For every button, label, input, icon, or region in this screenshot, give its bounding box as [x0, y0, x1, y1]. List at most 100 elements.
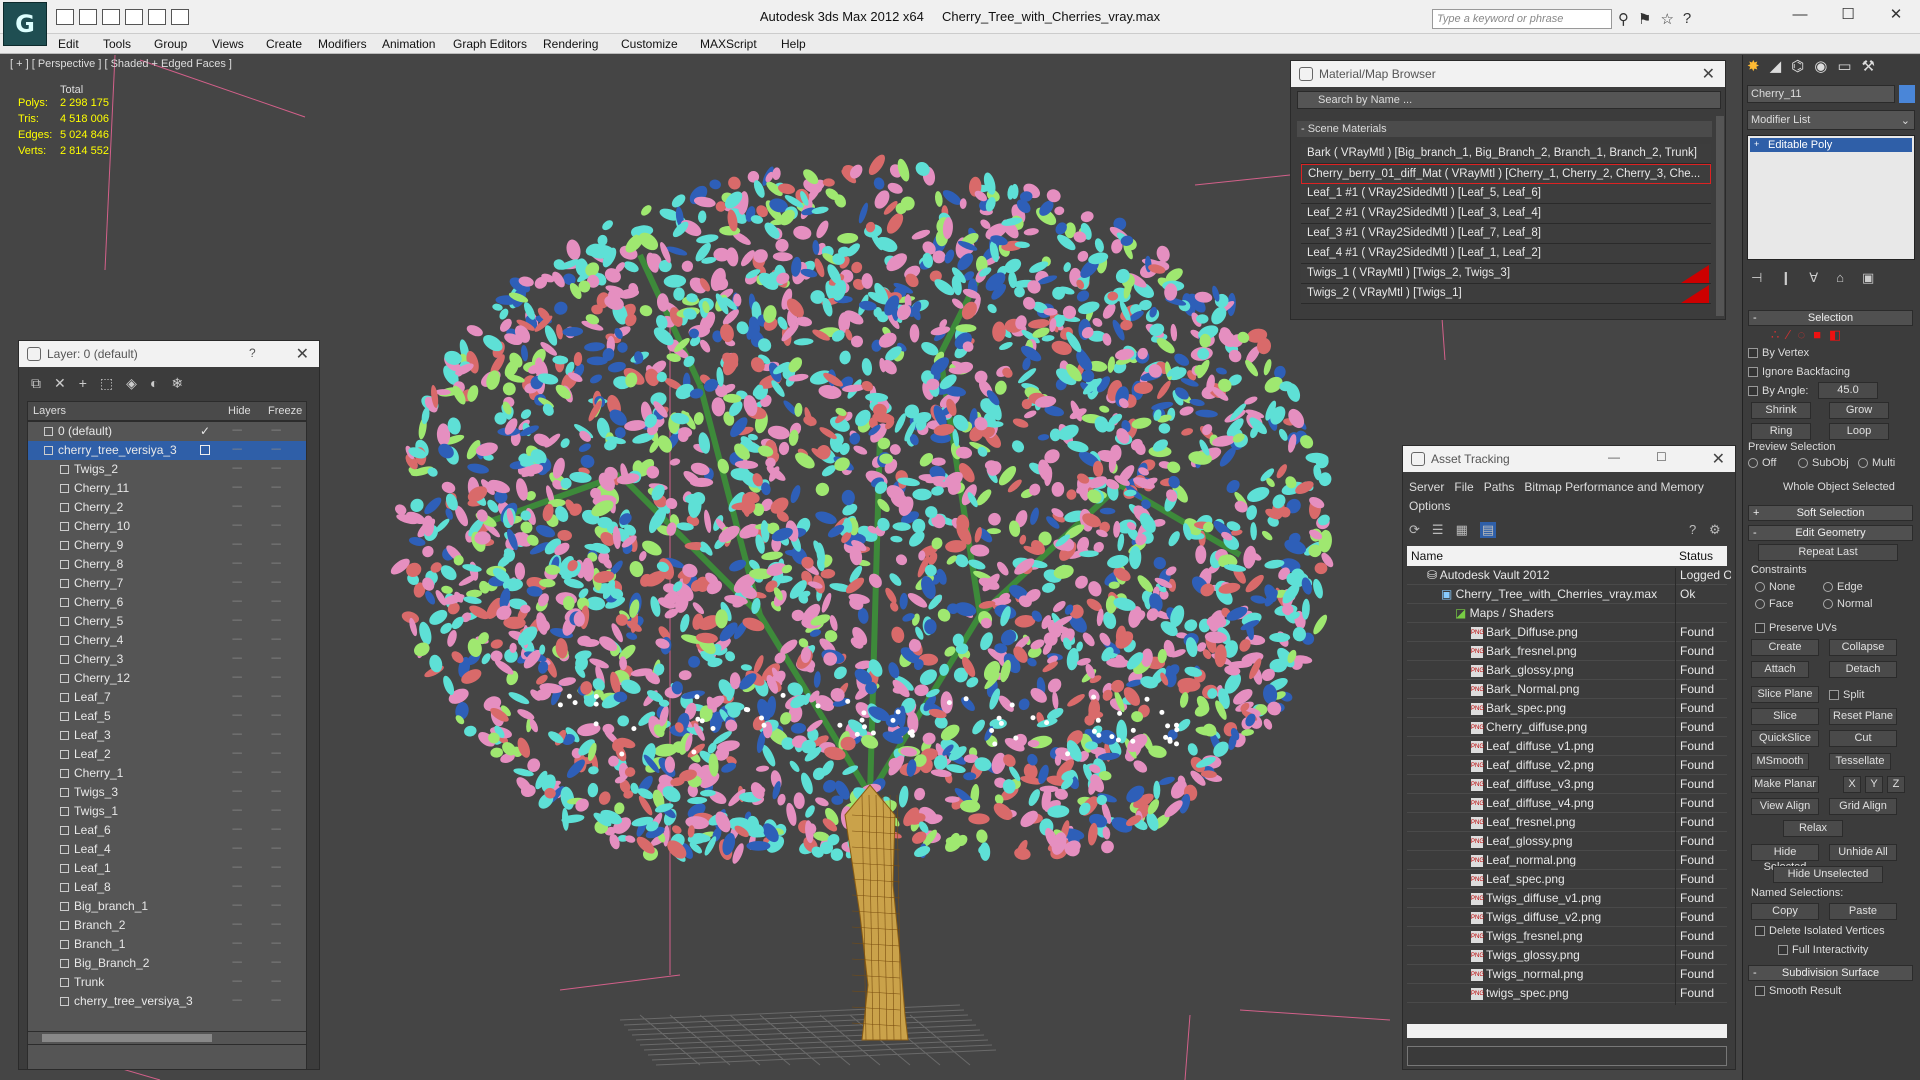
layer-row-object[interactable]: Branch_2 ---- ---- [28, 916, 306, 935]
material-scrollbar[interactable] [1716, 116, 1724, 316]
scene-materials-header[interactable]: - Scene Materials [1297, 121, 1712, 137]
hide-unselected-button[interactable]: Hide Unselected [1773, 866, 1883, 883]
hide-toggle[interactable]: ---- [232, 805, 242, 816]
freeze-toggle[interactable]: ---- [271, 691, 281, 702]
layer-panel-header[interactable]: Layer: 0 (default) ? ✕ [19, 341, 319, 367]
loop-button[interactable]: Loop [1829, 423, 1889, 440]
hide-toggle[interactable]: ---- [232, 558, 242, 569]
layer-row-object[interactable]: Cherry_3 ---- ---- [28, 650, 306, 669]
hide-toggle[interactable]: ---- [232, 710, 242, 721]
layer-row-object[interactable]: Cherry_7 ---- ---- [28, 574, 306, 593]
settings-icon[interactable]: ⚙ [1709, 522, 1721, 538]
hide-toggle[interactable]: ---- [232, 501, 242, 512]
hide-toggle[interactable]: ---- [232, 976, 242, 987]
hide-toggle[interactable]: ---- [232, 691, 242, 702]
display-tab-icon[interactable]: ▭ [1837, 57, 1851, 75]
modify-tab-icon[interactable]: ◢ [1770, 57, 1782, 75]
constraint-none-radio[interactable]: None [1755, 581, 1795, 593]
freeze-toggle[interactable]: ---- [271, 539, 281, 550]
expand-icon[interactable]: + [1754, 139, 1759, 149]
edge-level-icon[interactable]: ⁄ [1787, 327, 1789, 343]
maximize-button[interactable]: ☐ [1824, 0, 1872, 30]
select-objects-icon[interactable]: ⬚ [100, 375, 113, 392]
create-layer-icon[interactable]: ⧉ [31, 375, 41, 392]
detach-button[interactable]: Detach [1829, 661, 1897, 678]
hide-toggle[interactable]: ---- [232, 482, 242, 493]
full-interactivity-checkbox[interactable]: Full Interactivity [1778, 944, 1868, 956]
hide-toggle[interactable]: ---- [232, 748, 242, 759]
hide-toggle[interactable]: ---- [232, 577, 242, 588]
make-unique-icon[interactable]: ∀ [1809, 270, 1818, 286]
hide-toggle[interactable]: ---- [232, 786, 242, 797]
layer-row-default[interactable]: 0 (default) ---- ---- ✓ [28, 422, 306, 441]
hide-selected-button[interactable]: Hide Selected [1751, 844, 1819, 873]
menu-tools[interactable]: Tools [103, 37, 131, 51]
asset-row-maps[interactable]: ◪ Maps / Shaders [1407, 604, 1727, 625]
modifier-list-dropdown[interactable]: Modifier List ⌄ [1747, 110, 1915, 130]
freeze-toggle[interactable]: ---- [271, 710, 281, 721]
asset-row[interactable]: PNG Leaf_diffuse_v2.png Found [1407, 756, 1727, 777]
menu-help[interactable]: Help [781, 37, 806, 51]
soft-selection-rollout-header[interactable]: + Soft Selection [1748, 505, 1913, 521]
layer-row-object[interactable]: Leaf_7 ---- ---- [28, 688, 306, 707]
material-row[interactable]: Leaf_3 #1 ( VRay2SidedMtl ) [Leaf_7, Lea… [1301, 224, 1711, 244]
column-status[interactable]: Status [1679, 549, 1713, 563]
column-hide[interactable]: Hide [228, 405, 251, 417]
grid-align-button[interactable]: Grid Align [1829, 798, 1897, 815]
favorites-star-icon[interactable]: ☆ [1660, 10, 1673, 28]
list-view-icon[interactable]: ☰ [1432, 522, 1444, 538]
delete-layer-icon[interactable]: ✕ [54, 375, 66, 392]
asset-row[interactable]: PNG Twigs_diffuse_v2.png Found [1407, 908, 1727, 929]
hide-toggle[interactable]: ---- [232, 767, 242, 778]
material-search-input[interactable]: Search by Name ... [1297, 91, 1721, 109]
highlight-layer-icon[interactable]: ◈ [126, 375, 137, 392]
hide-toggle[interactable]: ---- [232, 672, 242, 683]
attach-button[interactable]: Attach [1751, 661, 1809, 678]
show-end-result-icon[interactable]: ❙ [1780, 270, 1791, 286]
asset-menu-server[interactable]: Server [1409, 480, 1444, 494]
asset-row[interactable]: PNG Leaf_spec.png Found [1407, 870, 1727, 891]
asset-row[interactable]: PNG Twigs_normal.png Found [1407, 965, 1727, 986]
utilities-tab-icon[interactable]: ⚒ [1862, 57, 1875, 75]
make-current-checkbox[interactable] [200, 445, 210, 455]
layer-row-object[interactable]: Big_branch_1 ---- ---- [28, 897, 306, 916]
constraint-normal-radio[interactable]: Normal [1823, 598, 1872, 610]
freeze-toggle[interactable]: ---- [271, 615, 281, 626]
layer-row-object[interactable]: Trunk ---- ---- [28, 973, 306, 992]
layer-row-object[interactable]: Cherry_1 ---- ---- [28, 764, 306, 783]
freeze-toggle[interactable]: ---- [271, 862, 281, 873]
material-row[interactable]: Twigs_1 ( VRayMtl ) [Twigs_2, Twigs_3] [1301, 264, 1711, 284]
constraint-face-radio[interactable]: Face [1755, 598, 1793, 610]
cut-button[interactable]: Cut [1829, 730, 1897, 747]
menu-graph-editors[interactable]: Graph Editors [453, 37, 527, 51]
relax-button[interactable]: Relax [1783, 820, 1843, 837]
asset-row[interactable]: PNG twigs_spec.png Found [1407, 984, 1727, 1005]
add-to-layer-icon[interactable]: + [79, 375, 87, 392]
asset-row[interactable]: PNG Leaf_diffuse_v3.png Found [1407, 775, 1727, 796]
asset-menu-file[interactable]: File [1454, 480, 1473, 494]
material-row[interactable]: Leaf_1 #1 ( VRay2SidedMtl ) [Leaf_5, Lea… [1301, 184, 1711, 204]
layer-row-object[interactable]: cherry_tree_versiya_3 ---- ---- [28, 992, 306, 1011]
asset-path-field[interactable] [1407, 1046, 1727, 1066]
layer-row-object[interactable]: Twigs_1 ---- ---- [28, 802, 306, 821]
slice-plane-button[interactable]: Slice Plane [1751, 686, 1819, 703]
close-icon[interactable]: ✕ [1702, 64, 1715, 84]
freeze-layers-icon[interactable]: ❄ [171, 375, 183, 392]
asset-row[interactable]: PNG Bark_glossy.png Found [1407, 661, 1727, 682]
layer-row-object[interactable]: Leaf_5 ---- ---- [28, 707, 306, 726]
hide-toggle[interactable]: ---- [232, 425, 242, 436]
hide-toggle[interactable]: ---- [232, 957, 242, 968]
help-icon[interactable]: ? [249, 346, 256, 360]
layer-row-object[interactable]: Twigs_2 ---- ---- [28, 460, 306, 479]
vertex-level-icon[interactable]: ∴ [1771, 327, 1779, 343]
asset-row[interactable]: PNG Leaf_diffuse_v1.png Found [1407, 737, 1727, 758]
hide-toggle[interactable]: ---- [232, 919, 242, 930]
freeze-toggle[interactable]: ---- [271, 653, 281, 664]
preview-multi-radio[interactable]: Multi [1858, 457, 1895, 469]
layer-row-object[interactable]: Cherry_5 ---- ---- [28, 612, 306, 631]
hide-toggle[interactable]: ---- [232, 463, 242, 474]
maximize-button[interactable]: ☐ [1656, 450, 1667, 464]
preview-off-radio[interactable]: Off [1748, 457, 1776, 469]
freeze-toggle[interactable]: ---- [271, 919, 281, 930]
layer-row-object[interactable]: Cherry_12 ---- ---- [28, 669, 306, 688]
